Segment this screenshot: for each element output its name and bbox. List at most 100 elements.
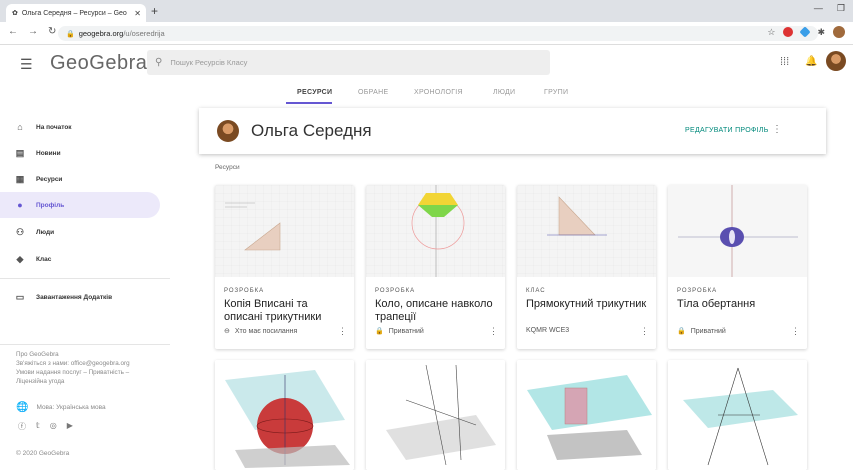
sidebar-item-class[interactable]: ◆ Клас [0,246,160,272]
resources-section-label: Ресурси [215,164,240,171]
resource-thumbnail [517,185,656,277]
sidebar-footer: Про GeoGebra Зв'яжіться з нами: office@g… [16,350,166,386]
resource-title[interactable]: Прямокутний трикутник [526,298,650,311]
minimize-icon[interactable]: — [814,3,823,14]
restore-icon[interactable]: ❐ [837,3,845,14]
tab-people[interactable]: ЛЮДИ [493,89,515,96]
class-code: KQMR WCE3 [526,327,569,334]
bell-icon[interactable]: 🔔 [805,56,817,67]
resource-card[interactable]: РОЗРОБКА Коло, описане навколо трапеції … [366,185,505,349]
class-code-label: KQMR WCE3 [526,327,570,334]
sidebar-item-resources[interactable]: ▦ Ресурси [0,166,160,192]
resource-card[interactable] [366,360,505,470]
resource-card[interactable] [668,360,807,470]
profile-name: Ольга Середня [251,121,372,140]
resource-title[interactable]: Копія Вписані та описані трикутники [224,298,348,324]
resource-thumbnail [215,185,354,277]
resource-title[interactable]: Коло, описане навколо трапеції [375,298,499,324]
resource-card[interactable]: РОЗРОБКА Тіла обертання 🔒 Приватний ⋮ [668,185,807,349]
tab-resources[interactable]: РЕСУРСИ [297,89,332,96]
close-tab-icon[interactable]: ✕ [134,9,146,18]
url-host: geogebra.org [78,29,124,38]
forward-icon[interactable]: → [28,26,38,37]
search-input[interactable]: ⚲ Пошук Ресурсів Класу [147,50,550,75]
menu-icon[interactable]: ☰ [20,56,33,73]
resource-type: РОЗРОБКА [224,288,265,294]
resource-thumbnail [366,185,505,277]
sidebar-item-label: Люди [36,228,55,236]
footer-terms[interactable]: Умови надання послуг – Приватність – [16,368,166,377]
sidebar-item-profile[interactable]: ● Профіль [0,192,160,218]
sidebar-item-label: Профіль [36,201,65,209]
visibility-label: Хто має посилання [234,327,298,335]
tab-favorites[interactable]: ОБРАНЕ [358,89,388,96]
browser-nav: ← → ↻ [8,26,56,37]
footer-license[interactable]: Ліцензійна угода [16,377,166,386]
divider [0,344,170,345]
news-icon: ▤ [15,147,25,158]
extension-blue-icon[interactable] [799,26,812,38]
sidebar-item-label: Завантаження Додатків [36,293,113,301]
resource-card[interactable] [215,360,354,470]
resource-card[interactable] [517,360,656,470]
sidebar-item-people[interactable]: ⚇ Люди [0,219,160,245]
profile-icon: ● [17,200,23,210]
resource-visibility: ⊖ Хто має посилання [224,327,298,336]
resource-type: РОЗРОБКА [375,288,416,294]
edit-profile-button[interactable]: РЕДАГУВАТИ ПРОФІЛЬ [685,127,769,134]
geogebra-logo[interactable]: GeoGebra [50,52,147,75]
url-field[interactable]: 🔒 geogebra.org/u/oseredrija [58,26,818,41]
more-vert-icon[interactable]: ⋮ [489,326,498,337]
resource-card[interactable]: РОЗРОБКА Копія Вписані та описані трикут… [215,185,354,349]
apps-grid-icon[interactable]: ⁞⁞⁞ [780,56,789,68]
twitter-icon[interactable]: 𝕥 [36,421,40,432]
window-controls: — ❐ [814,3,845,14]
resource-thumbnail [517,360,656,470]
more-vert-icon[interactable]: ⋮ [338,326,347,337]
reload-icon[interactable]: ↻ [48,26,56,37]
sidebar-item-news[interactable]: ▤ Новини [0,140,160,166]
browser-avatar[interactable] [833,26,845,38]
resource-thumbnail [215,360,354,470]
instagram-icon[interactable]: ◎ [50,421,57,432]
profile-card: Ольга Середня РЕДАГУВАТИ ПРОФІЛЬ ⋮ [199,108,826,154]
resource-type: РОЗРОБКА [677,288,718,294]
new-tab-button[interactable]: + [151,4,158,18]
sidebar-item-label: Новини [36,149,61,157]
sidebar-item-download-apps[interactable]: ▭ Завантаження Додатків [0,284,160,310]
sidebar-item-home[interactable]: ⌂ На початок [0,114,160,140]
tab-title: Ольга Середня – Ресурси – Geo [21,9,127,17]
more-vert-icon[interactable]: ⋮ [791,326,800,337]
visibility-label: Приватний [690,327,726,335]
language-label: Мова: Українська мова [36,404,106,411]
resources-icon: ▦ [15,173,25,184]
sidebar-item-label: На початок [36,123,72,131]
resource-visibility: 🔒 Приватний [375,327,424,336]
puzzle-icon[interactable]: ✱ [817,27,825,38]
resource-thumbnail [668,360,807,470]
youtube-icon[interactable]: ▶ [67,421,73,432]
search-icon: ⚲ [155,57,163,68]
tab-groups[interactable]: ГРУПИ [544,89,568,96]
more-vert-icon[interactable]: ⋮ [772,124,782,135]
lock-icon: 🔒 [66,30,75,38]
extension-red-icon[interactable] [783,27,794,37]
lock-icon: 🔒 [677,328,686,335]
footer-contact[interactable]: Зв'яжіться з нами: office@geogebra.org [16,359,166,368]
language-selector[interactable]: 🌐 Мова: Українська мова [16,402,106,413]
avatar[interactable] [826,51,846,71]
browser-tab[interactable]: ✿ Ольга Середня – Ресурси – Geo ✕ [6,4,146,22]
link-icon: ⊖ [224,328,230,335]
resource-card[interactable]: КЛАС Прямокутний трикутник KQMR WCE3 ⋮ [517,185,656,349]
sidebar-item-label: Клас [36,255,52,263]
more-vert-icon[interactable]: ⋮ [640,326,649,337]
visibility-label: Приватний [388,327,424,335]
tab-timeline[interactable]: ХРОНОЛОГІЯ [414,89,463,96]
footer-about-link[interactable]: Про GeoGebra [16,350,166,359]
home-icon: ⌂ [17,122,23,132]
resource-title[interactable]: Тіла обертання [677,298,801,311]
back-icon[interactable]: ← [8,26,18,37]
facebook-icon[interactable]: ⓕ [18,421,26,432]
divider [0,278,170,279]
star-icon[interactable]: ☆ [767,27,775,38]
